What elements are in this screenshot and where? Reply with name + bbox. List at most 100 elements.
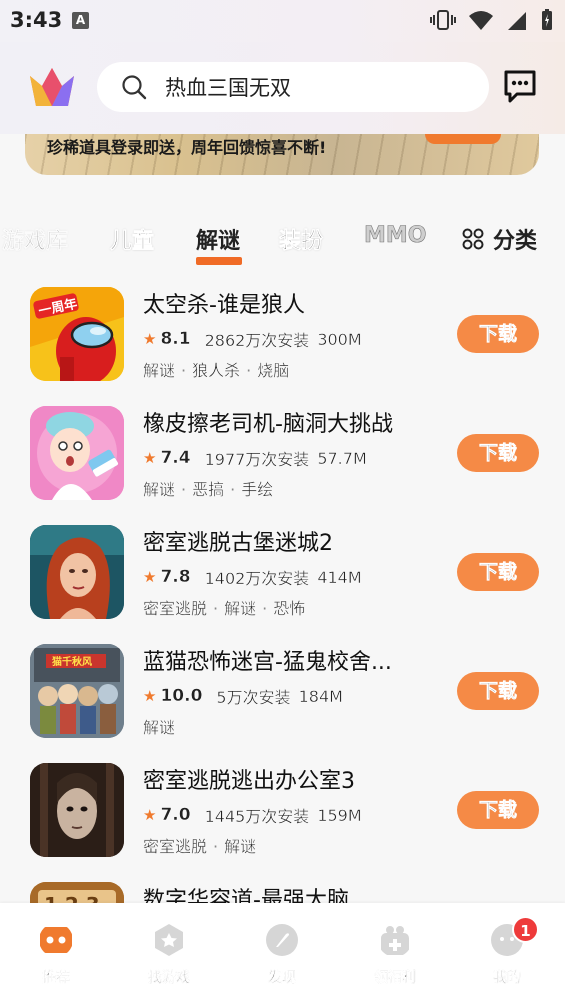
tab-puzzle[interactable]: 解谜 [196,223,240,255]
among-us-character-icon: 一周年 [30,287,124,381]
status-time: 3:43 [10,8,63,32]
search-icon [122,75,147,100]
game-meta: ★ 7.8 1402万次安装 414M [143,565,362,589]
game-icon: 一周年 [30,287,124,381]
signal-icon [508,12,526,30]
tag-separator: · [230,480,236,499]
game-title[interactable]: 太空杀-谁是狼人 [143,287,305,319]
star-icon: ★ [143,806,157,824]
category-label: 分类 [493,229,538,254]
category-button[interactable]: 分类 [462,223,537,255]
game-tags: 解谜 [143,714,175,738]
hexagon-star-icon [155,924,183,956]
tag: 解谜 [143,361,176,380]
redhead-woman-icon [30,525,124,619]
list-item[interactable]: 密室逃脱逃出办公室3 ★ 7.0 1445万次安装 159M 密室逃脱 · 解谜 下… [0,751,565,870]
game-tags: 密室逃脱 · 解谜 · 恐怖 [143,595,306,619]
battery-icon [542,9,552,30]
star-icon: ★ [143,449,157,467]
list-item[interactable]: 猫千秋风 蓝猫恐怖迷宫-猛鬼校舍... ★ 10.0 5万次安装 184M 解谜… [0,632,565,751]
app-logo-crown-icon[interactable] [28,64,76,108]
game-icon [30,406,124,500]
search-bar[interactable]: 热血三国无双 [97,62,489,112]
tag: 解谜 [143,480,176,499]
game-icon [30,763,124,857]
tag-separator: · [181,361,187,380]
nav-label: 发现 [268,970,296,986]
game-tags: 解谜 · 狼人杀 · 烧脑 [143,357,290,381]
game-meta: ★ 7.0 1445万次安装 159M [143,803,362,827]
game-title[interactable]: 密室逃脱逃出办公室3 [143,763,355,795]
tag: 密室逃脱 [143,599,208,618]
grid-icon [462,228,484,250]
star-icon: ★ [143,568,157,586]
vibrate-icon [430,10,456,30]
tag: 密室逃脱 [143,837,208,856]
game-tags: 解谜 · 恶搞 · 手绘 [143,476,274,500]
game-title[interactable]: 蓝猫恐怖迷宫-猛鬼校舍... [143,644,392,676]
tag-separator: · [213,599,219,618]
list-item[interactable]: 橡皮擦老司机-脑洞大挑战 ★ 7.4 1977万次安装 57.7M 解谜 · 恶搞 ·… [0,394,565,513]
tag-separator: · [181,480,187,499]
tag: 解谜 [143,718,176,737]
game-title[interactable]: 密室逃脱古堡迷城2 [143,525,333,557]
game-icon: 猫千秋风 [30,644,124,738]
blue-cat-characters-icon: 猫千秋风 [30,644,124,738]
game-installs: 2862万次安装 [204,331,310,350]
nav-label: 找游戏 [148,970,190,986]
star-icon: ★ [143,687,157,705]
game-size: 57.7M [317,448,367,468]
download-button[interactable]: 下载 [457,672,539,710]
svg-text:猫千秋风: 猫千秋风 [52,655,92,668]
download-button[interactable]: 下载 [457,553,539,591]
game-size: 414M [317,567,362,587]
game-installs: 1402万次安装 [204,569,310,588]
banner-button [425,134,501,144]
header: 热血三国无双 [0,42,565,134]
nav-recommend[interactable]: 推荐 [16,923,96,987]
game-meta: ★ 7.4 1977万次安装 57.7M [143,446,367,470]
list-item[interactable]: 一周年 太空杀-谁是狼人 ★ 8.1 2862万次安装 300M 解谜 · 狼人杀 ·… [0,275,565,394]
game-title[interactable]: 橡皮擦老司机-脑洞大挑战 [143,406,393,438]
eraser-character-icon [30,406,124,500]
tag: 狼人杀 [192,361,241,380]
nav-label: 我的 [493,970,521,986]
gift-icon [381,926,409,955]
nav-find-games[interactable]: 找游戏 [129,923,209,987]
feather-icon [266,924,298,956]
game-installs: 1977万次安装 [204,450,310,469]
game-rating: 10.0 [160,686,203,706]
game-installs: 5万次安装 [216,688,291,707]
tab-game-library[interactable]: 游戏库 [2,223,69,255]
game-size: 184M [298,686,343,706]
tag: 恶搞 [192,480,225,499]
download-button[interactable]: 下载 [457,791,539,829]
tab-mmo[interactable]: MMO [364,223,427,249]
nav-rewards[interactable]: 领福利 [355,923,435,987]
search-placeholder: 热血三国无双 [165,76,291,100]
game-installs: 1445万次安装 [204,807,310,826]
tag: 烧脑 [257,361,290,380]
game-rating: 7.0 [160,805,191,825]
promo-banner[interactable]: 珍稀道具登录即送，周年回馈惊喜不断! [25,134,539,175]
nav-discover[interactable]: 发现 [242,923,322,987]
list-item[interactable]: 密室逃脱古堡迷城2 ★ 7.8 1402万次安装 414M 密室逃脱 · 解谜 · 恐怖… [0,513,565,632]
tag-separator: · [246,361,252,380]
game-meta: ★ 8.1 2862万次安装 300M [143,327,362,351]
tab-dressup[interactable]: 装扮 [279,223,324,255]
bottom-nav: 推荐 找游戏 发现 领福利 我的 [0,903,565,1005]
message-icon[interactable] [503,69,537,103]
game-rating: 8.1 [160,329,191,349]
ghost-face-icon [30,763,124,857]
notification-badge: 1 [512,916,539,943]
star-icon: ★ [143,330,157,348]
game-icon [30,525,124,619]
download-button[interactable]: 下载 [457,434,539,472]
game-meta: ★ 10.0 5万次安装 184M [143,684,343,708]
tab-kids[interactable]: 儿童 [110,223,155,255]
game-size: 159M [317,805,362,825]
game-size: 300M [317,329,362,349]
game-rating: 7.4 [160,448,191,468]
nav-label: 领福利 [374,970,416,986]
download-button[interactable]: 下载 [457,315,539,353]
